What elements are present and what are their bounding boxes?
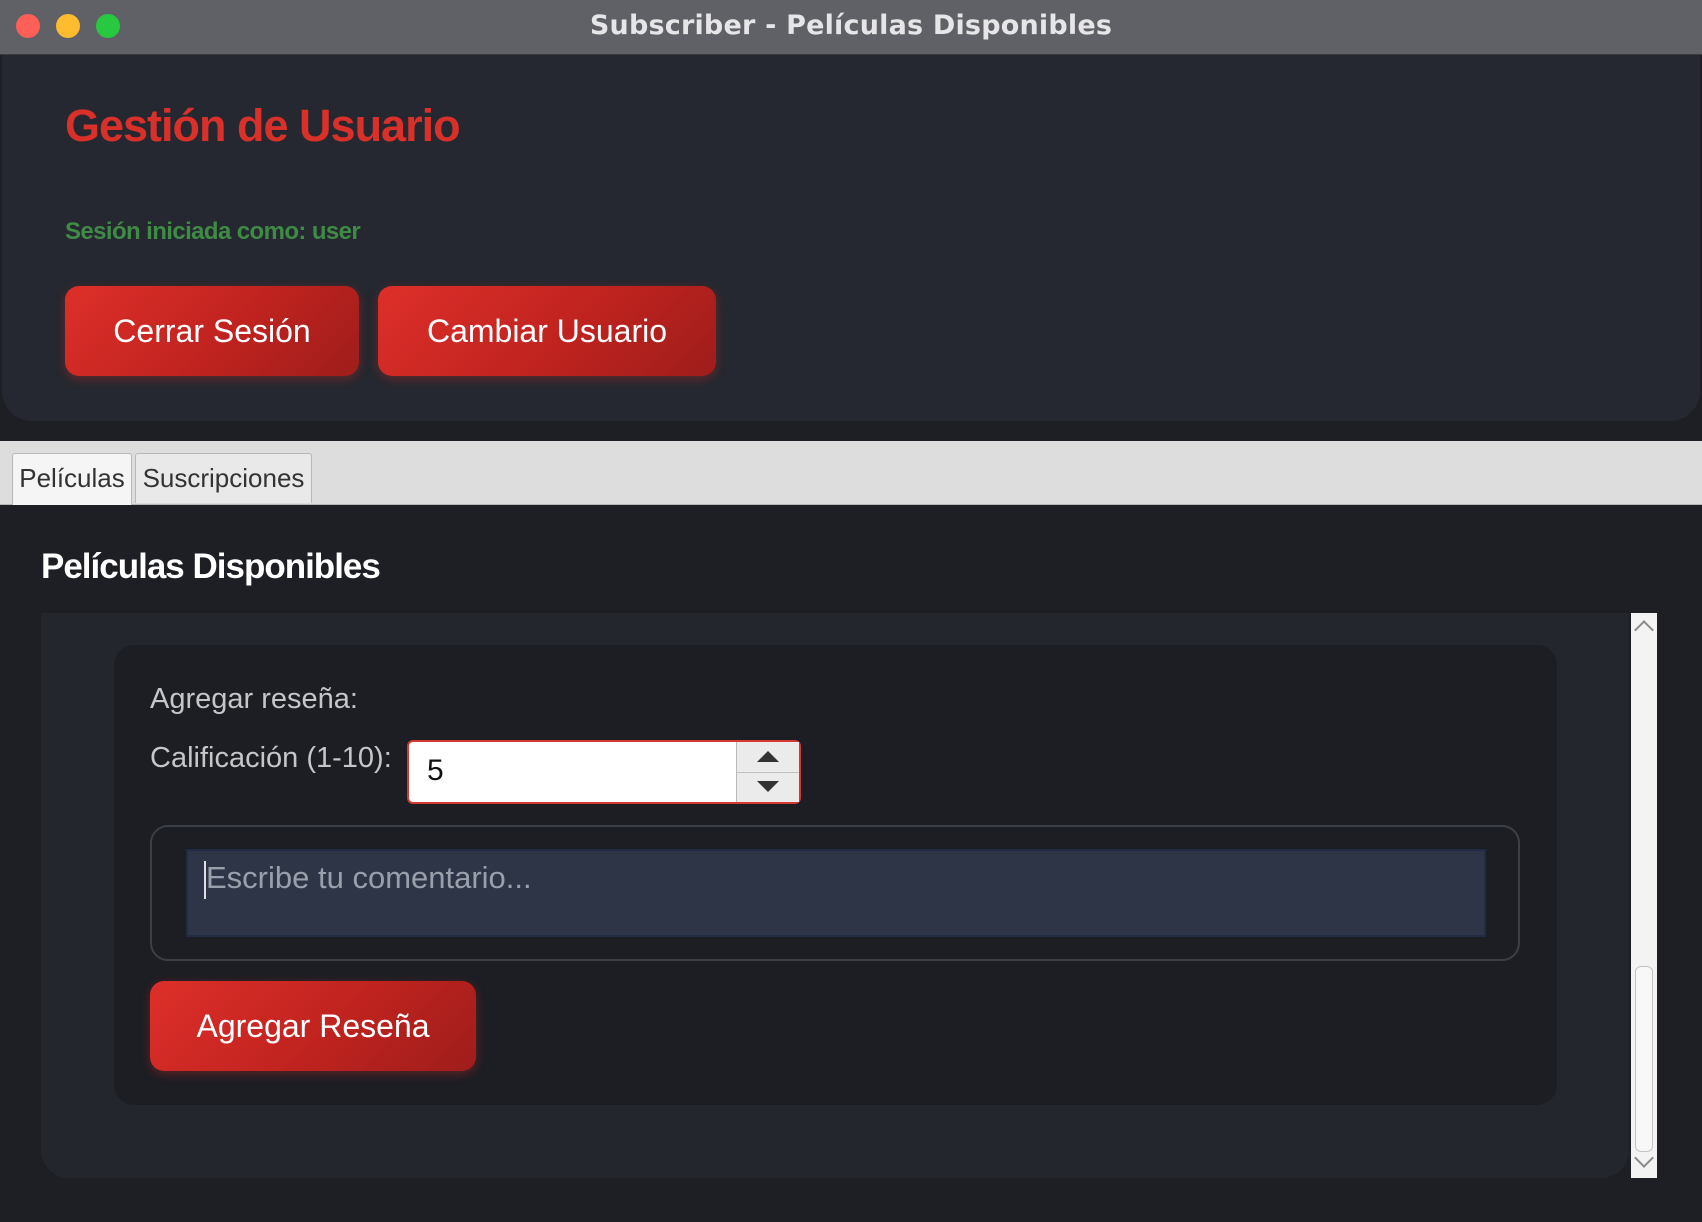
add-review-button[interactable]: Agregar Reseña — [150, 981, 476, 1071]
change-user-button[interactable]: Cambiar Usuario — [378, 286, 716, 376]
spinner-buttons — [736, 742, 799, 802]
movies-scroll-area[interactable]: Agregar reseña: Calificación (1-10): 5 E… — [41, 613, 1629, 1178]
comment-placeholder: Escribe tu comentario... — [206, 860, 532, 895]
rating-increment-button[interactable] — [737, 742, 799, 773]
triangle-down-icon — [757, 781, 779, 792]
add-review-label: Agregar reseña: — [150, 683, 358, 715]
rating-label: Calificación (1-10): — [150, 742, 392, 774]
vertical-scrollbar[interactable] — [1631, 613, 1657, 1178]
session-status: Sesión iniciada como: user — [65, 218, 361, 245]
chevron-up-icon[interactable] — [1634, 620, 1654, 640]
user-management-panel: Gestión de Usuario Sesión iniciada como:… — [2, 55, 1700, 421]
rating-decrement-button[interactable] — [737, 772, 799, 802]
tab-bar: Películas Suscripciones — [0, 441, 1702, 505]
comment-scroll-pane: Escribe tu comentario... — [150, 825, 1520, 961]
review-card: Agregar reseña: Calificación (1-10): 5 E… — [114, 645, 1557, 1105]
window-title: Subscriber - Películas Disponibles — [589, 10, 1113, 41]
tab-peliculas[interactable]: Películas — [12, 453, 132, 505]
app-window: Subscriber - Películas Disponibles Gesti… — [0, 0, 1702, 1222]
rating-value[interactable]: 5 — [427, 754, 444, 788]
page-title: Gestión de Usuario — [65, 100, 461, 151]
title-bar: Subscriber - Películas Disponibles — [0, 0, 1702, 55]
movies-content: Películas Disponibles Agregar reseña: Ca… — [0, 505, 1702, 1222]
triangle-up-icon — [757, 751, 779, 762]
logout-button[interactable]: Cerrar Sesión — [65, 286, 359, 376]
section-title: Películas Disponibles — [41, 547, 381, 586]
scrollbar-thumb[interactable] — [1635, 966, 1653, 1152]
comment-textarea[interactable]: Escribe tu comentario... — [186, 849, 1486, 937]
rating-spinner[interactable]: 5 — [407, 740, 801, 804]
tab-suscripciones[interactable]: Suscripciones — [135, 453, 312, 503]
